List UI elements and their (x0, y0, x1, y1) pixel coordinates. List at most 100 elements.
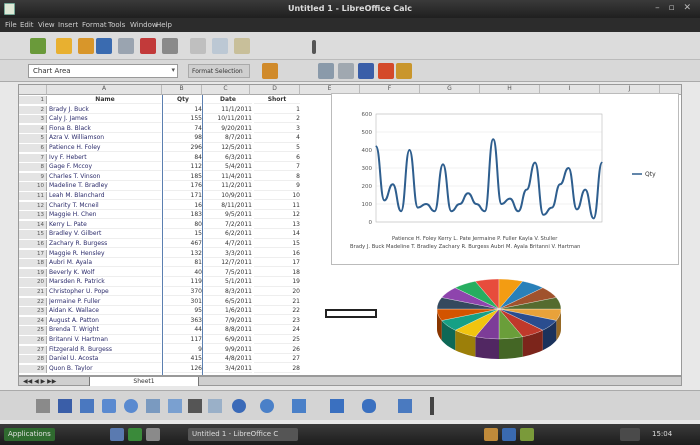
column-title-cell[interactable]: Qty (164, 96, 202, 105)
table-cell[interactable]: 4/7/2011 (204, 240, 252, 249)
table-cell[interactable]: 18 (254, 269, 300, 278)
table-cell[interactable]: 301 (164, 298, 202, 306)
table-cell[interactable]: 467 (164, 240, 202, 249)
table-cell[interactable]: Jermaine P. Fuller (49, 298, 161, 306)
table-cell[interactable]: 24 (254, 326, 300, 335)
pie-slice-side[interactable] (499, 336, 523, 359)
data-point[interactable] (593, 217, 595, 219)
select-all-corner[interactable] (19, 85, 47, 95)
spreadsheet-grid[interactable]: ABCDEFGHIJKL 1NameQtyDateShort2Brady J. … (18, 84, 682, 376)
callout-icon[interactable] (208, 399, 222, 413)
table-cell[interactable]: 9/20/2011 (204, 125, 252, 134)
data-point[interactable] (601, 162, 603, 164)
table-cell[interactable]: 16 (164, 202, 202, 210)
table-cell[interactable]: 27 (254, 355, 300, 364)
table-cell[interactable]: 26 (254, 346, 300, 354)
table-cell[interactable]: 5/1/2011 (204, 278, 252, 287)
table-cell[interactable]: Zachary R. Burgess (49, 240, 161, 249)
table-cell[interactable]: 6/3/2011 (204, 154, 252, 162)
table-cell[interactable]: 6/2/2011 (204, 230, 252, 239)
arrow-icon[interactable] (80, 399, 94, 413)
table-cell[interactable]: 6/9/2011 (204, 336, 252, 345)
table-cell[interactable]: Leah M. Blanchard (49, 192, 161, 201)
row-header[interactable]: 12 (19, 201, 47, 210)
row-header[interactable]: 22 (19, 297, 47, 306)
row-header[interactable]: 10 (19, 182, 47, 191)
table-cell[interactable]: Britanni V. Hartman (49, 336, 161, 345)
row-header[interactable]: 4 (19, 124, 47, 134)
data-point[interactable] (450, 210, 452, 212)
table-cell[interactable]: 370 (164, 288, 202, 297)
data-point[interactable] (433, 210, 436, 212)
table-cell[interactable]: 9 (164, 346, 202, 354)
data-point[interactable] (534, 162, 536, 164)
row-header[interactable]: 26 (19, 336, 47, 345)
data-point[interactable] (559, 183, 561, 185)
data-table-icon[interactable] (318, 63, 334, 79)
table-cell[interactable]: 11/1/2011 (204, 106, 252, 114)
table-cell[interactable]: 8 (254, 173, 300, 182)
block-arrows-icon[interactable] (292, 399, 306, 413)
stars-icon[interactable] (398, 399, 412, 413)
table-cell[interactable]: 3/4/2011 (204, 365, 252, 374)
format-selection-button[interactable]: Format Selection (188, 64, 250, 78)
toolbar-handle-icon[interactable] (312, 40, 316, 54)
row-header[interactable]: 18 (19, 259, 47, 268)
table-cell[interactable]: 17 (254, 259, 300, 268)
data-point[interactable] (475, 203, 478, 205)
table-cell[interactable]: 12/5/2011 (204, 144, 252, 153)
text-icon[interactable] (188, 399, 202, 413)
row-header[interactable]: 8 (19, 163, 47, 172)
menu-window[interactable]: Window (130, 21, 158, 29)
table-cell[interactable]: 20 (254, 288, 300, 297)
table-cell[interactable]: 8/7/2011 (204, 134, 252, 143)
table-cell[interactable]: 9/9/2011 (204, 346, 252, 354)
table-cell[interactable]: 7/9/2011 (204, 317, 252, 326)
table-cell[interactable]: 183 (164, 211, 202, 220)
grid-icon[interactable] (338, 63, 354, 79)
table-cell[interactable]: 11 (254, 202, 300, 210)
table-cell[interactable]: 119 (164, 278, 202, 287)
copy-icon[interactable] (212, 38, 228, 54)
open-icon[interactable] (56, 38, 72, 54)
row-header[interactable]: 13 (19, 211, 47, 220)
data-point[interactable] (425, 203, 427, 205)
table-cell[interactable]: Aubri M. Ayala (49, 259, 161, 268)
menu-insert[interactable]: Insert (58, 21, 78, 29)
chart-color-icon[interactable] (396, 63, 412, 79)
table-cell[interactable]: Charles T. Vinson (49, 173, 161, 182)
new-icon[interactable] (30, 38, 46, 54)
table-cell[interactable]: 10/11/2011 (204, 115, 252, 124)
table-cell[interactable]: 112 (164, 163, 202, 172)
row-header[interactable]: 2 (19, 105, 47, 114)
row-header[interactable]: 1 (19, 96, 47, 105)
pie-slice-side[interactable] (475, 336, 499, 359)
table-cell[interactable]: 9/5/2011 (204, 211, 252, 220)
table-cell[interactable]: 9 (254, 182, 300, 191)
data-point[interactable] (517, 210, 519, 212)
table-cell[interactable]: 8/8/2011 (204, 326, 252, 335)
table-cell[interactable]: 23 (254, 317, 300, 326)
data-point[interactable] (459, 203, 461, 205)
table-cell[interactable]: Aidan K. Wallace (49, 307, 161, 316)
paste-icon[interactable] (234, 38, 250, 54)
row-header[interactable]: 15 (19, 230, 47, 239)
taskbar-window-item[interactable]: Untitled 1 - LibreOffice C (188, 428, 298, 441)
table-cell[interactable]: 28 (254, 365, 300, 374)
data-point[interactable] (400, 210, 402, 212)
table-cell[interactable]: 11/4/2011 (204, 173, 252, 182)
table-cell[interactable]: 40 (164, 269, 202, 278)
menu-file[interactable]: File (5, 21, 17, 29)
row-header[interactable]: 23 (19, 307, 47, 316)
column-title-cell[interactable]: Date (204, 96, 252, 105)
menu-help[interactable]: Help (156, 21, 172, 29)
table-cell[interactable]: Maggie H. Chen (49, 211, 161, 220)
callouts-icon[interactable] (362, 399, 376, 413)
pie-chart[interactable] (419, 271, 579, 367)
browser-icon[interactable] (128, 428, 142, 441)
series-line-qty[interactable] (375, 138, 603, 220)
email-icon[interactable] (118, 38, 134, 54)
row-header[interactable]: 3 (19, 115, 47, 124)
table-cell[interactable]: 15 (254, 240, 300, 249)
data-point[interactable] (392, 183, 394, 185)
